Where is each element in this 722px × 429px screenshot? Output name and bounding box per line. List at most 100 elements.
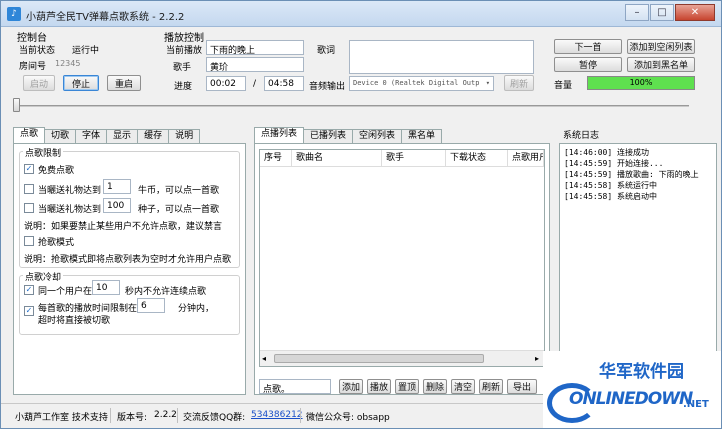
export-button[interactable]: 导出 <box>507 379 537 394</box>
request-list-panel: 序号 歌曲名 歌手 下载状态 点歌用户 ◂ ▸ 点歌。 添加 播放 置顶 删除 … <box>254 143 550 395</box>
play-limit-input[interactable]: 6 <box>137 298 165 313</box>
gift-seed-suffix: 种子，可以点一首歌 <box>138 205 220 215</box>
main-window: ♪ 小葫芦全民TV弹幕点歌系统 - 2.2.2 – □ ✕ 控制台 当前状态 运… <box>0 0 722 429</box>
support-text: 小葫芦工作室 技术支持 <box>15 413 108 423</box>
gift-seed-prefix: 当曬送礼物达到 <box>38 205 102 215</box>
play-limit-suffix: 分钟内， <box>178 304 215 314</box>
tab-instructions[interactable]: 说明 <box>168 129 201 143</box>
tab-font[interactable]: 字体 <box>75 129 108 143</box>
add-to-blacklist-button[interactable]: 添加到黑名单 <box>627 57 695 72</box>
play-limit-line2: 超时将直接被切歌 <box>38 316 111 326</box>
log-line: [14:46:00] 连接成功 <box>564 148 649 157</box>
start-button[interactable]: 启动 <box>23 75 55 91</box>
watermark-cn: 华军软件园 <box>599 362 684 382</box>
play-button[interactable]: 播放 <box>367 379 391 394</box>
scroll-right-icon[interactable]: ▸ <box>535 354 539 363</box>
console-group-label: 控制台 <box>17 33 47 44</box>
tab-played-list[interactable]: 已播列表 <box>303 129 354 143</box>
current-song-field[interactable]: 下雨的晚上 <box>206 40 304 55</box>
tab-cache[interactable]: 缓存 <box>137 129 170 143</box>
log-line: [14:45:59] 开始连接... <box>564 159 664 168</box>
limit-note: 说明：如果要禁止某些用户不允许点歌，建议禁言 <box>24 222 223 232</box>
chevron-down-icon: ▾ <box>485 79 490 87</box>
horizontal-scrollbar[interactable]: ◂ ▸ <box>260 350 544 366</box>
status-label: 当前状态 <box>19 46 56 56</box>
tab-cut-song[interactable]: 切歌 <box>44 129 77 143</box>
free-request-checkbox[interactable]: ✓ <box>24 164 34 174</box>
window-title: 小葫芦全民TV弹幕点歌系统 - 2.2.2 <box>26 12 185 23</box>
gift-seed-checkbox[interactable] <box>24 203 34 213</box>
total-time: 04:58 <box>264 76 304 91</box>
status-divider <box>110 408 111 423</box>
grab-mode-checkbox[interactable] <box>24 236 34 246</box>
tab-request-list[interactable]: 点播列表 <box>254 127 305 143</box>
lyrics-box[interactable] <box>349 40 534 74</box>
minimize-icon[interactable]: – <box>625 4 649 21</box>
play-limit-checkbox[interactable]: ✓ <box>24 306 34 316</box>
volume-value: 100% <box>629 78 653 87</box>
delete-button[interactable]: 删除 <box>423 379 447 394</box>
same-user-suffix: 秒内不允许连续点歌 <box>125 287 207 297</box>
refresh-list-button[interactable]: 刷新 <box>479 379 503 394</box>
progress-label: 进度 <box>174 82 193 92</box>
gift-seed-input[interactable]: 100 <box>103 198 131 213</box>
restart-button[interactable]: 重启 <box>107 75 141 91</box>
tab-blacklist[interactable]: 黑名单 <box>401 129 443 143</box>
time-separator: / <box>253 79 257 89</box>
log-line: [14:45:58] 系统启动中 <box>564 192 657 201</box>
stop-button[interactable]: 停止 <box>63 75 99 91</box>
add-button[interactable]: 添加 <box>339 379 363 394</box>
audio-output-select[interactable]: Device 0 (Realtek Digital Outp ▾ <box>349 76 494 91</box>
lyrics-label: 歌词 <box>317 46 336 56</box>
qq-group-label: 交流反馈QQ群: <box>183 413 246 423</box>
gift-coin-checkbox[interactable] <box>24 184 34 194</box>
seek-handle[interactable] <box>13 98 20 112</box>
singer-label: 歌手 <box>173 63 192 73</box>
tab-idle-list[interactable]: 空闲列表 <box>352 129 403 143</box>
col-song[interactable]: 歌曲名 <box>292 150 382 166</box>
tab-display[interactable]: 显示 <box>106 129 139 143</box>
log-line: [14:45:59] 播放歌曲: 下雨的晚上 <box>564 170 699 179</box>
add-to-idle-button[interactable]: 添加到空闲列表 <box>627 39 695 54</box>
version-label: 版本号: <box>117 413 148 423</box>
version-value: 2.2.2 <box>154 410 177 420</box>
title-bar[interactable]: ♪ 小葫芦全民TV弹幕点歌系统 - 2.2.2 – □ ✕ <box>1 1 721 27</box>
same-user-checkbox[interactable]: ✓ <box>24 285 34 295</box>
next-song-button[interactable]: 下一首 <box>554 39 622 54</box>
free-request-label: 免费点歌 <box>38 166 75 176</box>
col-index[interactable]: 序号 <box>260 150 292 166</box>
song-table[interactable]: 序号 歌曲名 歌手 下载状态 点歌用户 ◂ ▸ <box>259 149 545 367</box>
pin-top-button[interactable]: 置顶 <box>395 379 419 394</box>
status-divider <box>300 408 301 423</box>
wechat-text: 微信公众号: obsapp <box>306 413 390 423</box>
gift-coin-input[interactable]: 1 <box>103 179 131 194</box>
clear-button[interactable]: 清空 <box>451 379 475 394</box>
close-icon[interactable]: ✕ <box>675 4 715 21</box>
app-icon: ♪ <box>7 7 21 21</box>
tab-song-request[interactable]: 点歌 <box>13 127 46 143</box>
request-input[interactable]: 点歌。 <box>259 379 331 394</box>
col-download[interactable]: 下载状态 <box>446 150 508 166</box>
pause-button[interactable]: 暂停 <box>554 57 622 72</box>
same-user-input[interactable]: 10 <box>92 280 120 295</box>
audio-output-label: 音频输出 <box>309 82 346 92</box>
room-label: 房间号 <box>19 62 47 72</box>
qq-group-link[interactable]: 534386212 <box>251 410 303 420</box>
volume-bar[interactable]: 100% <box>587 76 695 90</box>
refresh-output-button[interactable]: 刷新 <box>504 75 534 91</box>
room-value: 12345 <box>55 59 81 68</box>
seek-track[interactable] <box>15 105 689 107</box>
song-limit-label: 点歌限制 <box>23 146 64 159</box>
volume-label: 音量 <box>554 81 573 91</box>
elapsed-time: 00:02 <box>206 76 246 91</box>
maximize-icon[interactable]: □ <box>650 4 674 21</box>
singer-field[interactable]: 黄玠 <box>206 57 304 72</box>
song-request-panel: 点歌限制 ✓ 免费点歌 当曬送礼物达到 1 牛币，可以点一首歌 当曬送礼物达到 … <box>13 143 246 395</box>
gift-coin-suffix: 牛币，可以点一首歌 <box>138 186 220 196</box>
same-user-prefix: 同一个用户在 <box>38 287 93 297</box>
scroll-left-icon[interactable]: ◂ <box>262 354 266 363</box>
col-user[interactable]: 点歌用户 <box>508 150 544 166</box>
watermark-net: .NET <box>683 399 709 410</box>
col-singer[interactable]: 歌手 <box>382 150 446 166</box>
scroll-thumb[interactable] <box>274 354 484 363</box>
